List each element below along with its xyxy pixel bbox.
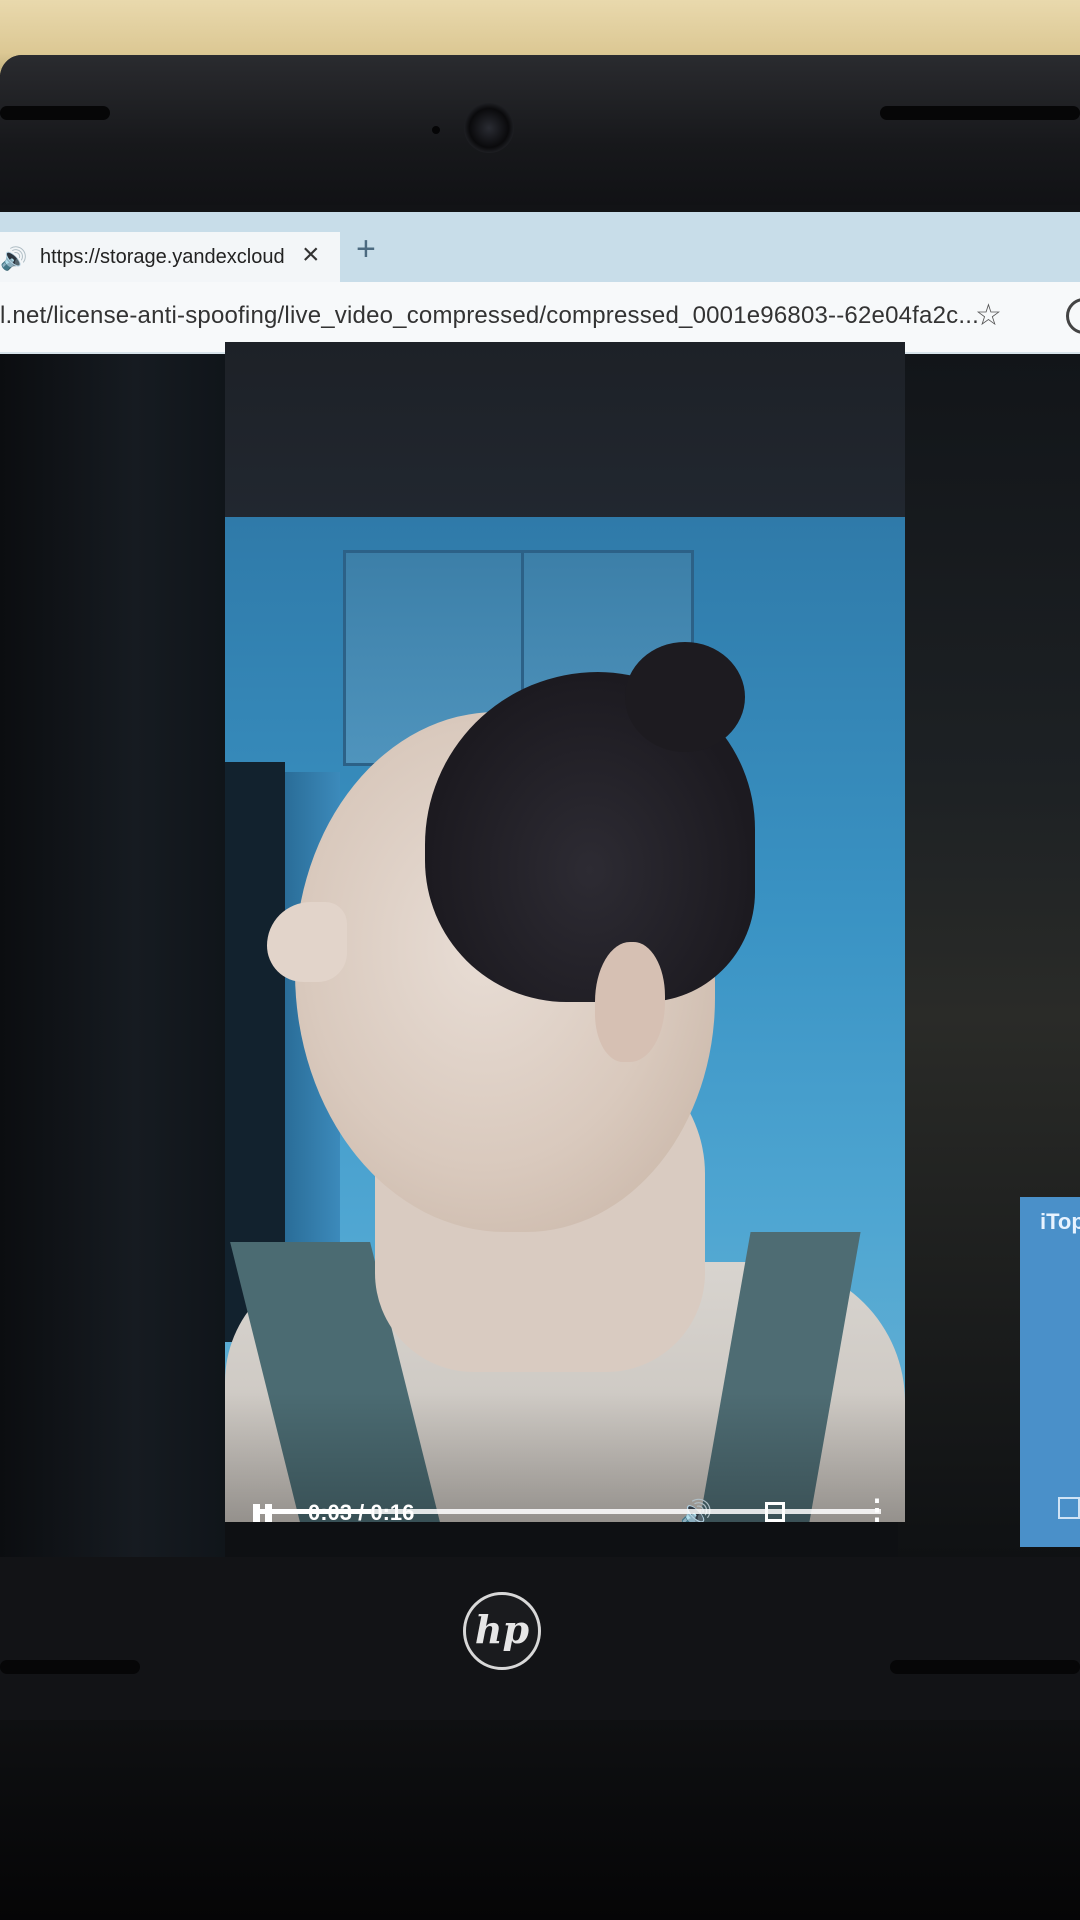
popup-title: iTop [1040, 1209, 1080, 1234]
video-frame-ceiling [225, 342, 905, 542]
browser-tab[interactable]: 🔊 https://storage.yandexcloud × [0, 232, 340, 282]
url-text[interactable]: l.net/license-anti-spoofing/live_video_c… [0, 302, 979, 330]
bezel-vent-left [0, 106, 110, 120]
progress-bar[interactable] [253, 1509, 881, 1514]
webcam [464, 103, 514, 153]
video-frame-hair-bun [625, 642, 745, 752]
bezel-top [0, 55, 1080, 205]
new-tab-button[interactable]: + [356, 232, 376, 266]
video-frame-nose [267, 902, 347, 982]
popup-checkbox[interactable] [1058, 1497, 1080, 1519]
bezel-vent-right [880, 106, 1080, 120]
tab-title: https://storage.yandexcloud [40, 246, 285, 268]
laptop-lower-body [0, 1720, 1080, 1920]
hp-logo: hp [463, 1592, 541, 1670]
video-player[interactable]: 0:03 / 0:16 🔊 ⋮ [225, 342, 905, 1522]
speaker-icon[interactable]: 🔊 [0, 246, 27, 272]
page-background-left [0, 354, 225, 1557]
side-popup[interactable]: iTop [1020, 1197, 1080, 1547]
profile-icon[interactable] [1066, 298, 1080, 334]
browser-tab-bar: 🔊 https://storage.yandexcloud × + [0, 212, 1080, 282]
hinge-vent-right [890, 1660, 1080, 1674]
hinge-vent-left [0, 1660, 140, 1674]
video-frame-ear [595, 942, 665, 1062]
close-tab-icon[interactable]: × [302, 240, 320, 270]
laptop-screen: 🔊 https://storage.yandexcloud × + l.net/… [0, 212, 1080, 1557]
camera-indicator [432, 126, 440, 134]
progress-fill [253, 1509, 371, 1514]
video-controls: 0:03 / 0:16 🔊 ⋮ [225, 1392, 905, 1522]
star-add-icon[interactable]: ☆ [975, 298, 1002, 333]
